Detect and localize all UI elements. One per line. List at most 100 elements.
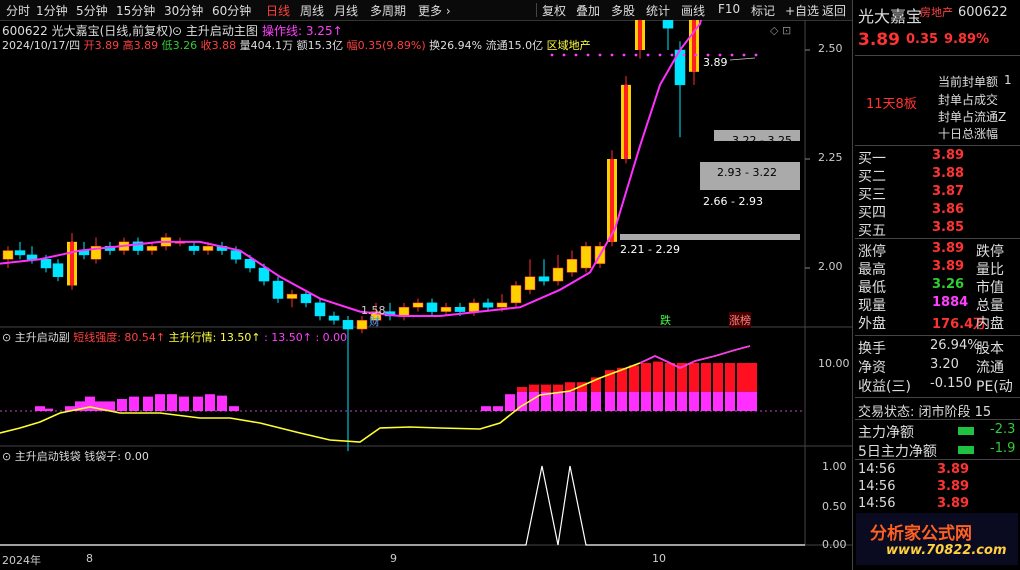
candle-body [524,276,536,291]
price-tag: 3.89 [703,56,728,69]
tab-fenshi[interactable]: 分时 [6,2,30,19]
sub1-header: ⊙ 主升启动副 短线强度: 80.54↑ 主升行情: 13.50↑ : 13.5… [2,329,347,345]
expand-icon[interactable]: ◇ ⊡ [770,24,791,37]
high-label: 高3.89 [122,39,159,52]
candle-body [2,250,14,260]
flow-bar [958,427,974,435]
draw-line-button[interactable]: 画线 [681,2,705,19]
tab-weekly[interactable]: 周线 [300,2,324,19]
statistics-button[interactable]: 统计 [646,2,670,19]
signal-dot [646,53,650,57]
kline-chart[interactable] [0,20,852,570]
sub1-magenta-bar [653,391,663,411]
tab-15min[interactable]: 15分钟 [116,2,155,19]
sub1-magenta-bar [229,406,239,411]
sector-label: 区域地产 [546,39,591,52]
multi-stock-button[interactable]: 多股 [611,2,635,19]
tab-monthly[interactable]: 月线 [334,2,358,19]
price-pointer [729,57,756,61]
sub1-magenta-bar [713,391,723,411]
candle-body [356,320,368,330]
bid-label: 买三 [858,187,886,203]
sub2-header: ⊙ 主升启动钱袋 钱袋子: 0.00 [2,448,149,464]
y-tick-label: 2.00 [818,260,843,273]
stat2-right-label: 流通 [976,360,1004,376]
add-watchlist-button[interactable]: +自选 [785,2,819,19]
stat2-right-label: 股本 [976,341,1004,357]
indicator-label: 主升启动主图 [185,24,258,38]
amount-label: 额15.3亿 [296,39,344,52]
indicator-dropdown-icon[interactable]: ⊙ [172,24,182,38]
sub1-dropdown-icon[interactable]: ⊙ [2,331,11,344]
mark-button[interactable]: 标记 [751,2,775,19]
stat-right-label: 总量 [976,298,1004,314]
candle-body [300,293,312,304]
float-label: 流通15.0亿 [485,39,544,52]
sub1-magenta-bar [565,391,575,411]
toolbar: 分时 1分钟 5分钟 15分钟 30分钟 60分钟 日线 周线 月线 多周期 更… [0,0,852,21]
x-label-sep: 9 [390,552,397,565]
candle-body [230,250,242,260]
signal-dot [598,53,602,57]
sub1-magenta-bar [155,394,165,411]
sector-tag[interactable]: 房地产 [920,4,953,20]
stat-value: 3.89 [932,259,965,274]
stock-code: 600622 [958,5,1008,20]
tab-1min[interactable]: 1分钟 [36,2,68,19]
tab-multi-period[interactable]: 多周期 [370,2,406,19]
sub1-magenta-bar [747,391,757,411]
sub2-title: 主升启动钱袋 [14,450,81,463]
sub1-magenta-bar [167,394,177,411]
stat-label: 最低 [858,280,886,296]
signal-dot [574,53,578,57]
sub1-magenta-bar [577,391,587,411]
low-label: 低3.26 [161,39,198,52]
x-label-year: 2024年 [2,554,41,567]
back-button[interactable]: 返回 [822,2,846,19]
open-label: 开3.89 [83,39,120,52]
candle-body [482,302,494,308]
candle-body [188,245,200,251]
stat-label: 涨停 [858,244,886,260]
candle-body [580,245,592,269]
f10-button[interactable]: F10 [718,2,740,16]
bid-price: 3.88 [932,166,965,181]
tab-60min[interactable]: 60分钟 [212,2,251,19]
x-label-aug: 8 [86,552,93,565]
tab-daily[interactable]: 日线 [266,2,290,19]
sub1-v2: : 0.00 [315,331,348,344]
tab-more[interactable]: 更多 › [418,2,451,19]
stat-right-label: 量比 [976,262,1004,278]
candle-body [14,250,26,256]
last-price: 3.89 [858,30,900,50]
flow-label: 主力净额 [858,425,914,441]
tab-30min[interactable]: 30分钟 [164,2,203,19]
stat2-value: 3.20 [930,357,959,372]
candle-body [692,20,696,72]
seal-amount-value: 1 [1004,73,1012,87]
sub2-dropdown-icon[interactable]: ⊙ [2,450,11,463]
sub1-red-bar [665,363,675,392]
tick-time: 14:56 [858,479,896,494]
zone-box [620,234,800,240]
sub1-magenta-bar [505,394,515,411]
sub1-red-bar [541,384,551,392]
overlay-button[interactable]: 叠加 [576,2,600,19]
bid-label: 买二 [858,169,886,185]
sub2-line [0,465,805,546]
sub1-magenta-bar [665,391,675,411]
sub1-magenta-bar [591,391,601,411]
candle-body [286,293,298,299]
stat2-value: 26.94% [930,338,980,353]
tab-5min[interactable]: 5分钟 [76,2,108,19]
candle-body [454,306,466,312]
restore-rights-button[interactable]: 复权 [542,2,566,19]
date-label: 2024/10/17/四 [2,39,81,52]
bid-label: 买一 [858,151,886,167]
candle-body [52,263,64,277]
signal-dot [658,53,662,57]
stat2-right-label: PE(动 [976,379,1013,395]
candle-body [244,259,256,269]
zone-label-4: 2.21 - 2.29 [620,243,680,256]
tick-price: 3.89 [937,462,970,477]
